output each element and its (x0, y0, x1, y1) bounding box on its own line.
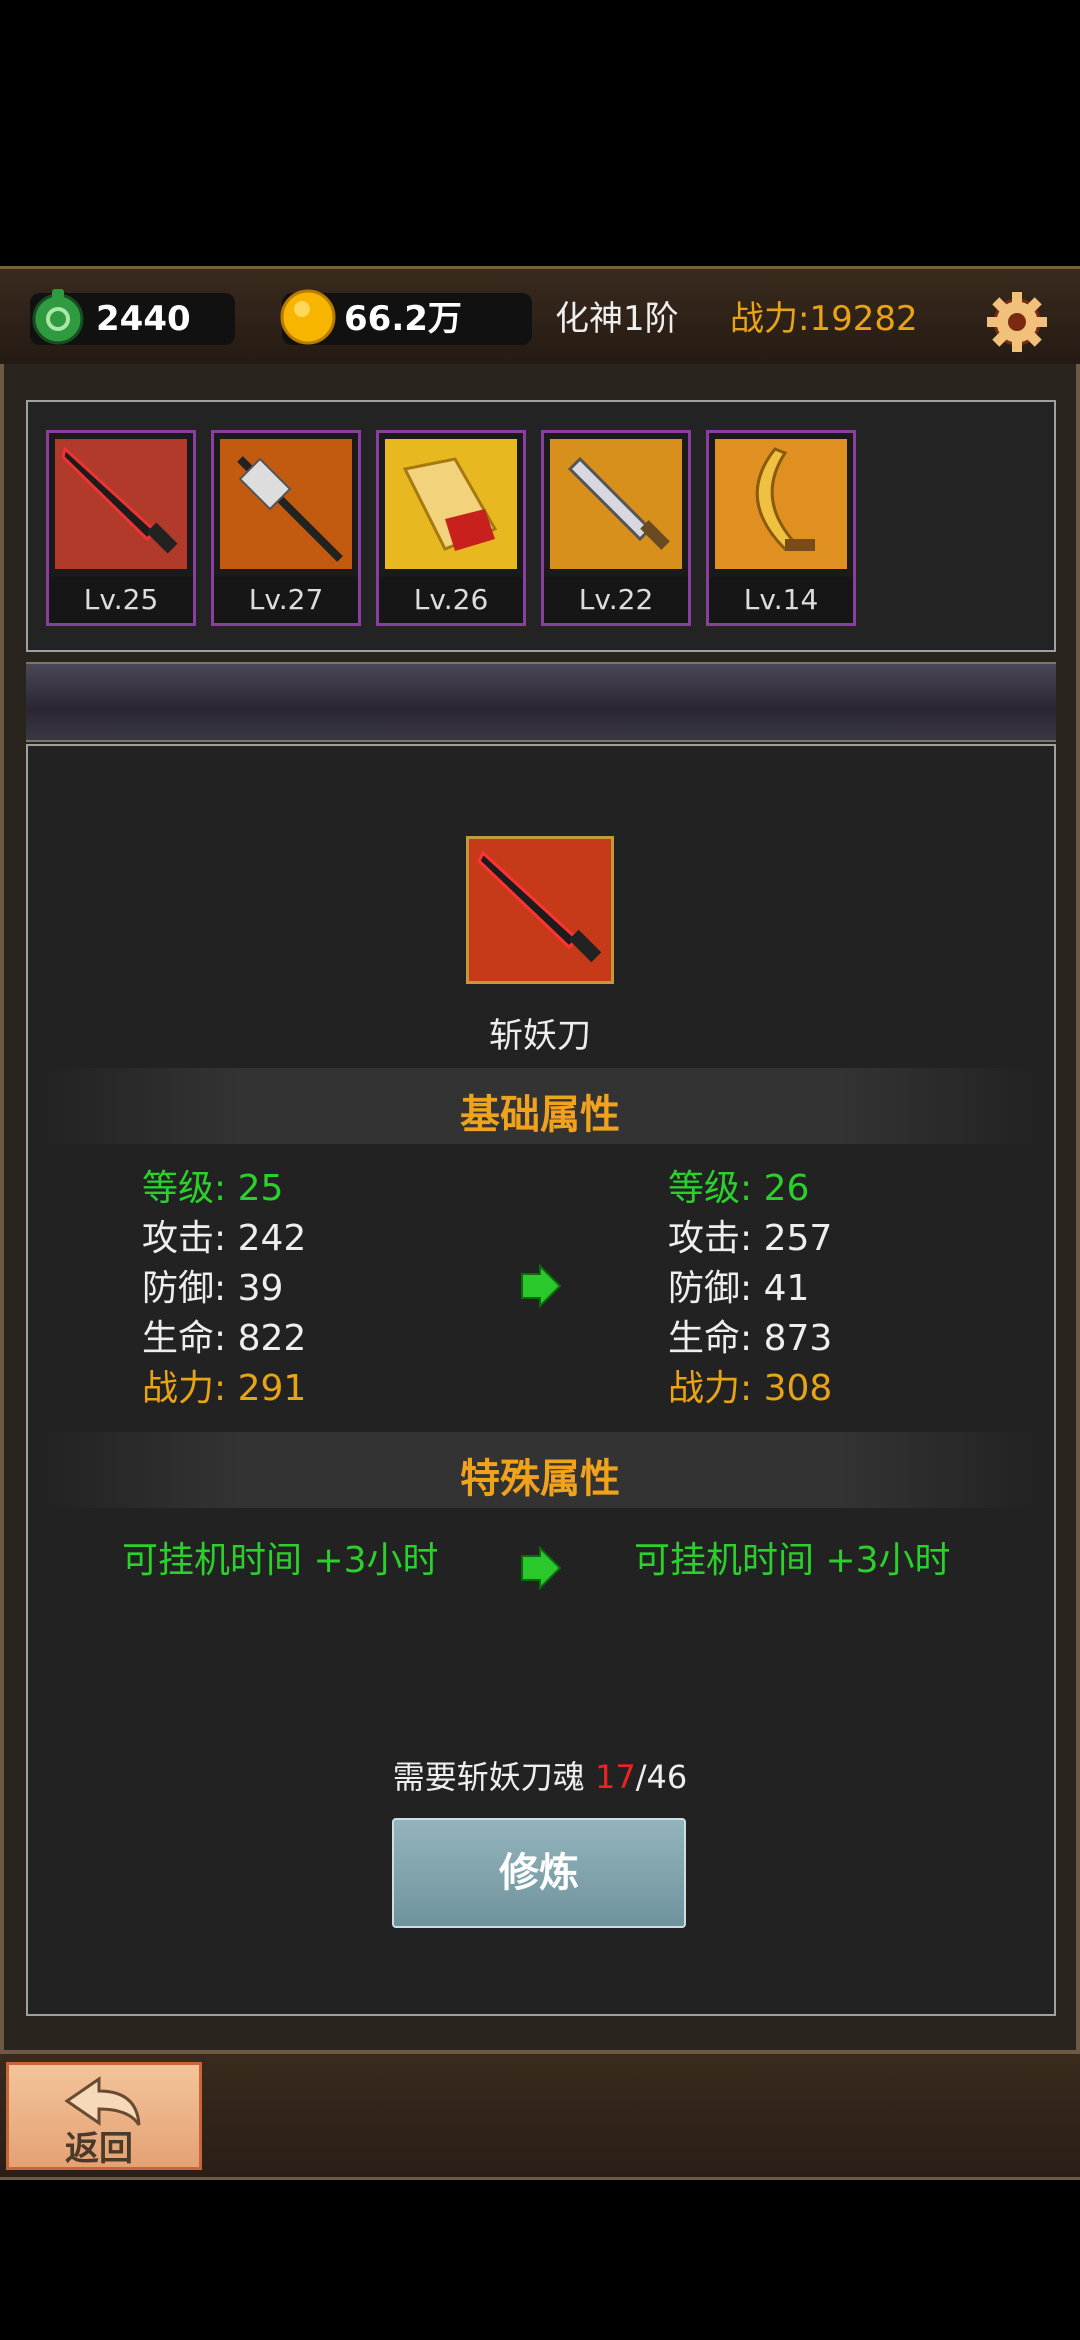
gold-coin-icon (280, 289, 336, 345)
jade-counter: 2440 (30, 289, 235, 345)
hp-value: 822 (237, 1318, 307, 1359)
defense-value: 39 (237, 1268, 284, 1309)
gear-icon[interactable] (984, 289, 1050, 355)
attack-key: 攻击: (142, 1218, 227, 1259)
level-key: 等级: (668, 1168, 753, 1209)
item-name: 斩妖刀 (489, 1016, 591, 1056)
defense-value: 41 (763, 1268, 810, 1309)
weapon-level: Lv.25 (49, 577, 193, 623)
scroll-icon (385, 439, 517, 569)
power-value: 308 (763, 1368, 833, 1409)
requirement-total: /46 (635, 1758, 688, 1796)
hp-key: 生命: (142, 1318, 227, 1359)
level-value: 25 (237, 1168, 284, 1209)
weapon-slot-4[interactable]: Lv.22 (541, 430, 691, 626)
arrow-right-icon (521, 1264, 562, 1308)
power-key: 战力: (668, 1368, 753, 1409)
power-value: 291 (237, 1368, 307, 1409)
arrow-right-icon (521, 1546, 562, 1590)
weapon-level: Lv.22 (544, 577, 688, 623)
current-stats: 等级: 25 攻击: 242 防御: 39 生命: 822 战力: 291 (142, 1164, 306, 1414)
saber-icon (469, 839, 611, 981)
decorative-banner (26, 662, 1056, 742)
special-next: 可挂机时间 +3小时 (634, 1540, 951, 1581)
saber-icon (55, 439, 187, 569)
scimitar-icon (715, 439, 847, 569)
attack-key: 攻击: (668, 1218, 753, 1259)
back-label: 返回 (65, 2129, 133, 2169)
top-status-bar: 2440 66.2万 化神1阶 战力:19282 (0, 266, 1080, 370)
hp-key: 生命: (668, 1318, 753, 1359)
weapon-level: Lv.27 (214, 577, 358, 623)
weapon-slot-3[interactable]: Lv.26 (376, 430, 526, 626)
weapon-slot-2[interactable]: Lv.27 (211, 430, 361, 626)
power-key: 战力: (142, 1368, 227, 1409)
material-requirement: 需要斩妖刀魂 17/46 (0, 1752, 1080, 1798)
halberd-icon (220, 439, 352, 569)
gold-counter: 66.2万 (280, 289, 532, 345)
attack-value: 242 (237, 1218, 307, 1259)
weapon-level: Lv.14 (709, 577, 853, 623)
combat-power: 战力:19282 (730, 299, 918, 339)
special-current: 可挂机时间 +3小时 (122, 1540, 439, 1581)
requirement-current: 17 (594, 1758, 636, 1796)
jade-amount: 2440 (96, 299, 191, 339)
train-button[interactable]: 修炼 (392, 1818, 686, 1928)
weapon-level: Lv.26 (379, 577, 523, 623)
defense-key: 防御: (668, 1268, 753, 1309)
defense-key: 防御: (142, 1268, 227, 1309)
weapon-slot-5[interactable]: Lv.14 (706, 430, 856, 626)
level-value: 26 (763, 1168, 810, 1209)
level-key: 等级: (142, 1168, 227, 1209)
back-button[interactable]: 返回 (6, 2062, 202, 2170)
attack-value: 257 (763, 1218, 833, 1259)
basic-attr-title: 基础属性 (460, 1092, 620, 1138)
selected-item-icon (466, 836, 614, 984)
hp-value: 873 (763, 1318, 833, 1359)
next-stats: 等级: 26 攻击: 257 防御: 41 生命: 873 战力: 308 (668, 1164, 832, 1414)
gold-amount: 66.2万 (344, 299, 462, 339)
jade-gem-icon (32, 289, 84, 345)
sword-icon (550, 439, 682, 569)
special-attr-title: 特殊属性 (460, 1456, 620, 1502)
return-arrow-icon (64, 2076, 141, 2126)
realm-label: 化神1阶 (555, 299, 679, 339)
weapon-slot-1[interactable]: Lv.25 (46, 430, 196, 626)
requirement-label: 需要斩妖刀魂 (392, 1758, 585, 1796)
